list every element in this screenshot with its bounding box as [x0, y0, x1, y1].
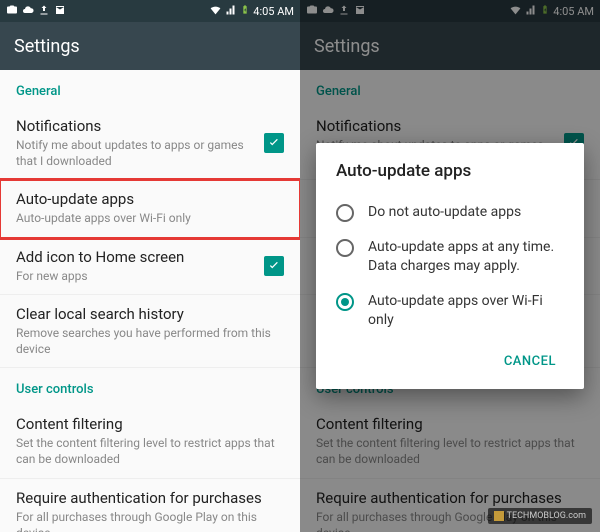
item-title: Notifications: [16, 117, 254, 135]
item-clear-history[interactable]: Clear local search history Remove search…: [0, 295, 300, 368]
option-update-any-time[interactable]: Auto-update apps at any time. Data charg…: [336, 230, 564, 284]
item-sub: Remove searches you have performed from …: [16, 325, 284, 357]
section-user-controls: User controls: [0, 368, 300, 405]
mail-icon: [54, 4, 66, 19]
modal-overlay[interactable]: Auto-update apps Do not auto-update apps…: [300, 0, 600, 532]
screen-right: 4:05 AM Settings General Notifications N…: [300, 0, 600, 532]
checkbox-checked-icon[interactable]: [264, 133, 284, 153]
screen-left: 4:05 AM Settings General Notifications N…: [0, 0, 300, 532]
item-sub: Notify me about updates to apps or games…: [16, 137, 254, 169]
status-bar: 4:05 AM: [0, 0, 300, 22]
item-sub: For all purchases through Google Play on…: [16, 509, 284, 532]
item-title: Add icon to Home screen: [16, 248, 254, 266]
radio-unselected-icon: [336, 204, 354, 222]
item-title: Clear local search history: [16, 305, 284, 323]
item-content-filtering[interactable]: Content filtering Set the content filter…: [0, 405, 300, 478]
item-notifications[interactable]: Notifications Notify me about updates to…: [0, 107, 300, 180]
item-title: Auto-update apps: [16, 190, 284, 208]
item-auto-update[interactable]: Auto-update apps Auto-update apps over W…: [0, 180, 300, 237]
option-do-not-update[interactable]: Do not auto-update apps: [336, 195, 564, 230]
item-sub: Auto-update apps over Wi-Fi only: [16, 210, 284, 226]
radio-selected-icon: [336, 293, 354, 311]
wifi-icon: [209, 3, 222, 19]
option-update-wifi-only[interactable]: Auto-update apps over Wi-Fi only: [336, 284, 564, 338]
cancel-button[interactable]: CANCEL: [496, 348, 564, 375]
item-sub: For new apps: [16, 268, 254, 284]
watermark-icon: [494, 511, 504, 521]
clock-text: 4:05 AM: [253, 5, 294, 18]
cloud-icon: [22, 4, 34, 19]
app-bar: Settings: [0, 22, 300, 70]
settings-list[interactable]: General Notifications Notify me about up…: [0, 70, 300, 532]
camera-icon: [6, 4, 18, 19]
dialog-title: Auto-update apps: [336, 161, 564, 181]
auto-update-dialog: Auto-update apps Do not auto-update apps…: [316, 143, 584, 389]
signal-icon: [225, 4, 237, 19]
page-title: Settings: [14, 36, 80, 57]
battery-icon: [240, 3, 250, 19]
item-require-auth[interactable]: Require authentication for purchases For…: [0, 479, 300, 532]
upload-icon: [38, 4, 50, 19]
watermark: TECHMOBLOG.com: [488, 508, 592, 524]
checkbox-checked-icon[interactable]: [264, 256, 284, 276]
item-sub: Set the content filtering level to restr…: [16, 435, 284, 467]
item-title: Require authentication for purchases: [16, 489, 284, 507]
radio-unselected-icon: [336, 239, 354, 257]
section-general: General: [0, 70, 300, 107]
item-add-icon[interactable]: Add icon to Home screen For new apps: [0, 238, 300, 295]
item-title: Content filtering: [16, 415, 284, 433]
